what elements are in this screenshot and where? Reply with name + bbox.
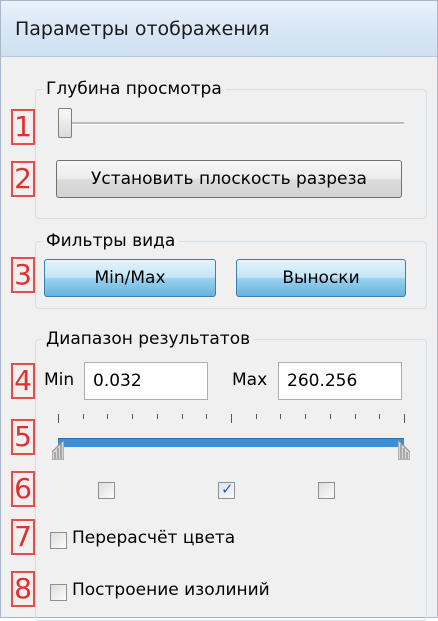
range-tick [379,414,381,419]
panel-title: Параметры отображения [1,1,437,57]
range-tick [231,414,232,423]
annotation-1: 1 [11,109,35,145]
range-tick [329,414,331,419]
range-tick [82,414,84,419]
range-low-handle[interactable] [51,426,65,461]
range-tick [354,414,356,419]
range-group-title: Диапазон результатов [42,327,255,351]
range-checkbox-right[interactable] [318,482,335,499]
range-slider-bar [58,438,404,447]
annotation-4: 4 [11,363,35,399]
annotation-6: 6 [11,471,35,507]
annotation-7: 7 [11,519,35,555]
annotation-2: 2 [11,161,35,197]
min-label: Min [44,370,75,390]
depth-group-title: Глубина просмотра [42,77,226,101]
range-slider-ticks [58,414,405,426]
max-label: Max [232,370,268,390]
minmax-button[interactable]: Min/Max [44,259,216,297]
filters-group: Фильтры вида Min/Max Выноски [35,229,427,309]
filters-group-title: Фильтры вида [42,229,180,253]
range-checkbox-left[interactable] [98,482,115,499]
range-tick [206,414,208,419]
isolines-label: Построение изолиний [72,580,270,600]
annotation-8: 8 [11,571,35,607]
max-value-input[interactable]: 260.256 [278,362,402,400]
min-value-input[interactable]: 0.032 [84,362,208,400]
isolines-checkbox[interactable] [50,584,67,601]
range-group: Диапазон результатов Min 0.032 Max 260.2… [35,327,427,621]
range-tick [107,414,109,419]
range-tick [156,414,158,419]
range-checkbox-middle[interactable]: ✓ [218,480,235,499]
depth-slider-track[interactable] [58,122,404,125]
callouts-button[interactable]: Выноски [236,259,406,297]
depth-group: Глубина просмотра Установить плоскость р… [35,77,427,219]
range-tick [181,414,183,419]
range-tick [132,414,134,419]
recalc-colors-label: Перерасчёт цвета [72,528,236,548]
set-section-plane-button[interactable]: Установить плоскость разреза [56,160,402,198]
range-slider[interactable] [51,414,411,464]
recalc-colors-checkbox[interactable] [50,532,67,549]
range-high-handle[interactable] [397,426,411,461]
range-tick [404,414,405,423]
range-tick [280,414,282,419]
checkmark-icon: ✓ [221,480,234,498]
annotation-3: 3 [11,257,35,293]
display-parameters-panel: Параметры отображения Глубина просмотра … [0,0,438,621]
range-tick [58,414,59,423]
depth-slider-thumb[interactable] [58,108,72,138]
range-tick [255,414,257,419]
annotation-5: 5 [11,419,35,455]
range-tick [305,414,307,419]
